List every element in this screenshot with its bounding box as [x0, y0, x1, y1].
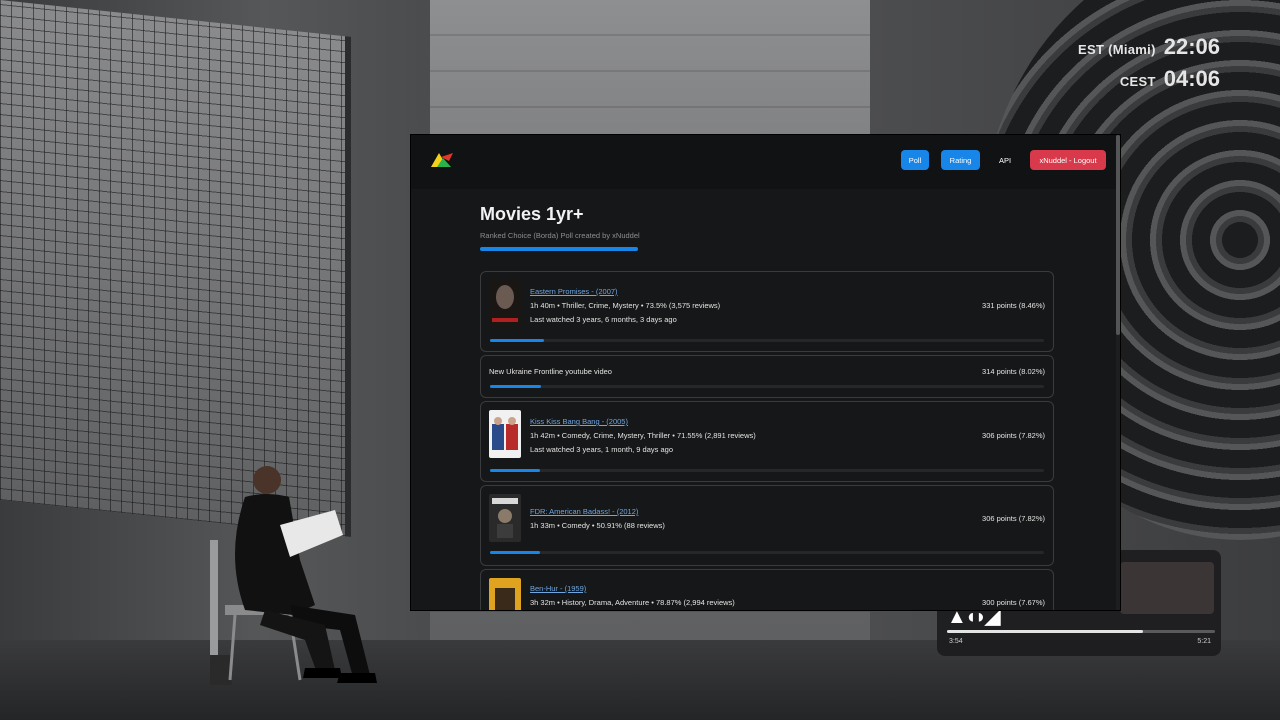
- poll-button[interactable]: Poll: [901, 150, 929, 170]
- share-progress-bar: [490, 385, 1044, 388]
- poll-item-card: Eastern Promises - (2007) 1h 40m • Thril…: [480, 271, 1054, 352]
- points-label: 300 points (7.67%): [982, 598, 1045, 607]
- media-progress-fill: [947, 630, 1143, 633]
- share-progress-fill: [490, 551, 541, 554]
- album-art: [1120, 562, 1214, 614]
- movie-meta: 1h 42m • Comedy, Crime, Mystery, Thrille…: [530, 431, 756, 440]
- poll-item-title: New Ukraine Frontline youtube video: [489, 367, 612, 376]
- movie-meta: 1h 33m • Comedy • 50.91% (88 reviews): [530, 521, 665, 530]
- media-elapsed-time: 3:54: [949, 638, 963, 645]
- movie-title-link[interactable]: Ben-Hur - (1959): [530, 584, 586, 593]
- poll-item-card: New Ukraine Frontline youtube video 314 …: [480, 355, 1054, 398]
- app-logo-icon[interactable]: [427, 149, 455, 171]
- scrollbar-thumb[interactable]: [1116, 135, 1120, 335]
- share-progress-fill: [490, 469, 541, 472]
- clock-zone-label: EST (Miami): [1078, 42, 1156, 57]
- poll-item-card: Kiss Kiss Bang Bang - (2005) 1h 42m • Co…: [480, 401, 1054, 482]
- share-progress-bar: [490, 339, 1044, 342]
- points-label: 306 points (7.82%): [982, 514, 1045, 523]
- media-total-time: 5:21: [1197, 638, 1211, 645]
- api-link[interactable]: API: [992, 150, 1018, 170]
- last-watched: Last watched 3 years, 1 month, 9 days ag…: [530, 445, 674, 454]
- fdr-american-badass-poster-icon: [489, 494, 521, 542]
- share-progress-fill: [490, 385, 542, 388]
- movie-meta: 1h 40m • Thriller, Crime, Mystery • 73.5…: [530, 301, 721, 310]
- mesh-cage: [0, 0, 351, 537]
- poll-item-card: FDR: American Badass! - (2012) 1h 33m • …: [480, 485, 1054, 566]
- media-progress-bar[interactable]: [947, 630, 1215, 633]
- movie-meta: 3h 32m • History, Drama, Adventure • 78.…: [530, 598, 735, 607]
- poll-title: Movies 1yr+: [480, 204, 584, 224]
- clock-time: 22:06: [1163, 34, 1220, 59]
- last-watched: Last watched 3 years, 6 months, 3 days a…: [530, 315, 677, 324]
- seated-man-figure: [210, 466, 377, 685]
- eastern-promises-poster-icon: [489, 280, 521, 328]
- app-header: Poll Rating API xNuddel - Logout: [411, 135, 1120, 189]
- rating-button[interactable]: Rating: [941, 150, 980, 170]
- scrollbar[interactable]: [1116, 135, 1120, 610]
- kiss-kiss-bang-bang-poster-icon: [489, 410, 521, 458]
- movie-title-link[interactable]: Eastern Promises - (2007): [530, 287, 618, 296]
- clock-cest: CEST 04:06: [1120, 66, 1220, 92]
- ben-hur-poster-icon: [489, 578, 521, 610]
- clock-time: 04:06: [1163, 66, 1220, 91]
- movie-title-link[interactable]: FDR: American Badass! - (2012): [530, 507, 638, 516]
- points-label: 331 points (8.46%): [982, 301, 1045, 310]
- title-underline: [480, 247, 638, 251]
- poll-app-window: Poll Rating API xNuddel - Logout Movies …: [411, 135, 1120, 610]
- logout-button[interactable]: xNuddel - Logout: [1030, 150, 1106, 170]
- points-label: 306 points (7.82%): [982, 431, 1045, 440]
- clock-miami: EST (Miami) 22:06: [1078, 34, 1220, 60]
- poll-item-card: Ben-Hur - (1959) 3h 32m • History, Drama…: [480, 569, 1054, 610]
- points-label: 314 points (8.02%): [982, 367, 1045, 376]
- movie-title-link[interactable]: Kiss Kiss Bang Bang - (2005): [530, 417, 628, 426]
- clock-zone-label: CEST: [1119, 74, 1156, 89]
- share-progress-bar: [490, 551, 1044, 554]
- poll-subtitle: Ranked Choice (Borda) Poll created by xN…: [480, 231, 640, 240]
- share-progress-fill: [490, 339, 545, 342]
- share-progress-bar: [490, 469, 1044, 472]
